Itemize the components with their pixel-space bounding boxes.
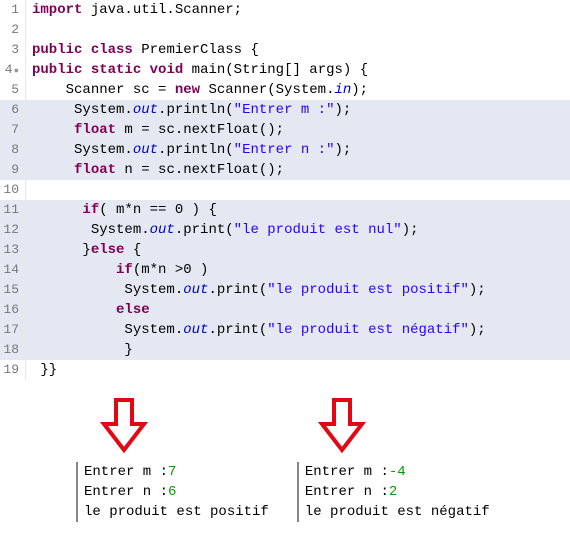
line-number: 10 — [0, 180, 26, 200]
code-text: (m*n >0 ) — [133, 262, 209, 278]
console-prompt: Entrer m : — [84, 464, 168, 480]
console-output: Entrer m :-4 Entrer n :2 le produit est … — [297, 462, 490, 522]
keyword: void — [150, 62, 184, 78]
code-line[interactable]: 15 System.out.print("le produit est posi… — [0, 280, 570, 300]
code-editor[interactable]: 1 import java.util.Scanner; 2 3 public c… — [0, 0, 570, 380]
console-input-value: -4 — [389, 464, 406, 480]
code-text: n = sc.nextFloat(); — [116, 162, 284, 178]
line-number: 3 — [0, 40, 26, 60]
string-literal: "Entrer m :" — [234, 102, 335, 118]
console-prompt: Entrer n : — [305, 484, 389, 500]
keyword: if — [116, 262, 133, 278]
line-number: 16 — [0, 300, 26, 320]
line-number: 17 — [0, 320, 26, 340]
code-text: main(String[] args) { — [183, 62, 368, 78]
field-ref: out — [183, 322, 208, 338]
keyword: float — [74, 122, 116, 138]
field-ref: out — [183, 282, 208, 298]
keyword: static — [91, 62, 141, 78]
line-number: 4● — [0, 60, 26, 80]
string-literal: "Entrer n :" — [234, 142, 335, 158]
code-text: PremierClass { — [133, 42, 259, 58]
line-number: 14 — [0, 260, 26, 280]
console-result: le produit est négatif — [305, 502, 490, 522]
keyword: import — [32, 2, 82, 18]
field-ref: out — [133, 142, 158, 158]
code-line[interactable]: 19 }} — [0, 360, 570, 380]
code-line[interactable]: 1 import java.util.Scanner; — [0, 0, 570, 20]
code-line[interactable]: 8 System.out.println("Entrer n :"); — [0, 140, 570, 160]
keyword: class — [91, 42, 133, 58]
code-line[interactable]: 18 } — [0, 340, 570, 360]
console-input-value: 6 — [168, 484, 176, 500]
field-ref: out — [133, 102, 158, 118]
line-number: 6 — [0, 100, 26, 120]
code-line[interactable]: 11 if( m*n == 0 ) { — [0, 200, 570, 220]
fold-marker-icon: ● — [14, 66, 19, 76]
line-number: 11 — [0, 200, 26, 220]
code-line[interactable]: 2 — [0, 20, 570, 40]
console-input-value: 7 — [168, 464, 176, 480]
field-ref: in — [334, 82, 351, 98]
keyword: new — [175, 82, 200, 98]
line-number: 9 — [0, 160, 26, 180]
line-number: 19 — [0, 360, 26, 380]
keyword: public — [32, 42, 82, 58]
code-line[interactable]: 3 public class PremierClass { — [0, 40, 570, 60]
code-line[interactable]: 5 Scanner sc = new Scanner(System.in); — [0, 80, 570, 100]
code-line[interactable]: 16 else — [0, 300, 570, 320]
code-text: ( m*n == 0 ) { — [99, 202, 217, 218]
field-ref: out — [150, 222, 175, 238]
code-line[interactable]: 13 }else { — [0, 240, 570, 260]
code-text: java.util.Scanner; — [82, 2, 242, 18]
keyword: else — [116, 302, 150, 318]
code-text: { — [124, 242, 141, 258]
keyword: public — [32, 62, 82, 78]
line-number: 13 — [0, 240, 26, 260]
code-line[interactable]: 6 System.out.println("Entrer m :"); — [0, 100, 570, 120]
code-line[interactable]: 17 System.out.print("le produit est néga… — [0, 320, 570, 340]
code-text: } — [32, 342, 133, 358]
line-number: 8 — [0, 140, 26, 160]
string-literal: "le produit est nul" — [234, 222, 402, 238]
code-line[interactable]: 7 float m = sc.nextFloat(); — [0, 120, 570, 140]
line-number: 1 — [0, 0, 26, 20]
line-number: 7 — [0, 120, 26, 140]
code-line[interactable]: 10 — [0, 180, 570, 200]
string-literal: "le produit est positif" — [267, 282, 469, 298]
code-line[interactable]: 4● public static void main(String[] args… — [0, 60, 570, 80]
line-number: 12 — [0, 220, 26, 240]
console-prompt: Entrer n : — [84, 484, 168, 500]
arrow-down-icon — [318, 398, 366, 454]
code-text: Scanner sc = — [66, 82, 175, 98]
console-output: Entrer m :7 Entrer n :6 le produit est p… — [76, 462, 269, 522]
line-number: 18 — [0, 340, 26, 360]
line-number: 2 — [0, 20, 26, 40]
string-literal: "le produit est négatif" — [267, 322, 469, 338]
keyword: if — [82, 202, 99, 218]
console-input-value: 2 — [389, 484, 397, 500]
line-number: 15 — [0, 280, 26, 300]
keyword: float — [74, 162, 116, 178]
keyword: else — [91, 242, 125, 258]
arrow-down-icon — [100, 398, 148, 454]
console-result: le produit est positif — [84, 502, 269, 522]
code-text: }} — [32, 362, 57, 378]
code-line[interactable]: 9 float n = sc.nextFloat(); — [0, 160, 570, 180]
code-line[interactable]: 12 System.out.print("le produit est nul"… — [0, 220, 570, 240]
code-line[interactable]: 14 if(m*n >0 ) — [0, 260, 570, 280]
console-prompt: Entrer m : — [305, 464, 389, 480]
line-number: 5 — [0, 80, 26, 100]
code-text: m = sc.nextFloat(); — [116, 122, 284, 138]
